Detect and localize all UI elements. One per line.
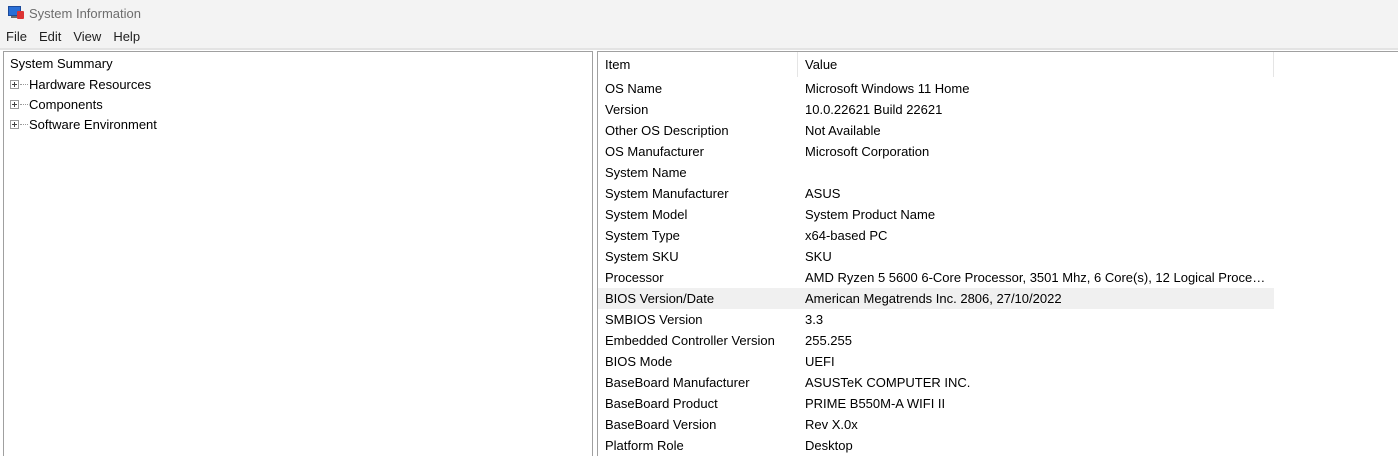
item-cell: SMBIOS Version xyxy=(605,312,703,327)
column-header-value[interactable]: Value xyxy=(798,52,1274,77)
item-cell: Platform Role xyxy=(605,438,684,453)
table-row[interactable]: System Model System Product Name xyxy=(598,204,1274,225)
value-cell: UEFI xyxy=(805,354,835,369)
tree-item-hardware-resources[interactable]: Hardware Resources xyxy=(10,75,151,93)
tree-item-components[interactable]: Components xyxy=(10,95,103,113)
value-cell: AMD Ryzen 5 5600 6-Core Processor, 3501 … xyxy=(805,270,1267,285)
menu-bar: File Edit View Help xyxy=(0,26,1398,48)
item-cell: System Type xyxy=(605,228,680,243)
item-cell: Version xyxy=(605,102,649,117)
value-cell: SKU xyxy=(805,249,832,264)
category-tree[interactable]: System Summary Hardware Resources Compon… xyxy=(3,51,593,456)
item-cell: System Manufacturer xyxy=(605,186,729,201)
item-cell: Processor xyxy=(605,270,664,285)
item-cell: OS Manufacturer xyxy=(605,144,704,159)
item-cell: BIOS Mode xyxy=(605,354,673,369)
value-cell: American Megatrends Inc. 2806, 27/10/202… xyxy=(805,291,1062,306)
tree-item-system-summary[interactable]: System Summary xyxy=(9,55,114,73)
value-cell: Desktop xyxy=(805,438,853,453)
value-cell: ASUS xyxy=(805,186,841,201)
item-cell: BaseBoard Version xyxy=(605,417,717,432)
table-row[interactable]: Platform Role Desktop xyxy=(598,435,1274,456)
table-row[interactable]: SMBIOS Version 3.3 xyxy=(598,309,1274,330)
item-cell: Embedded Controller Version xyxy=(605,333,775,348)
table-row[interactable]: BIOS Version/Date American Megatrends Inc… xyxy=(598,288,1274,309)
value-cell: Microsoft Windows 11 Home xyxy=(805,81,970,96)
menu-file[interactable]: File xyxy=(0,27,33,47)
table-row[interactable]: Version 10.0.22621 Build 22621 xyxy=(598,99,1274,120)
system-information-icon xyxy=(8,6,24,20)
value-cell: 3.3 xyxy=(805,312,824,327)
plus-expander-icon[interactable] xyxy=(10,119,19,129)
value-cell: ASUSTeK COMPUTER INC. xyxy=(805,375,971,390)
item-cell: System Model xyxy=(605,207,688,222)
title-bar: System Information xyxy=(0,0,1398,26)
window-title: System Information xyxy=(29,5,141,21)
table-row[interactable]: System Name xyxy=(598,162,1274,183)
table-row[interactable]: BaseBoard Product PRIME B550M-A WIFI II xyxy=(598,393,1274,414)
menu-edit[interactable]: Edit xyxy=(33,27,67,47)
table-row[interactable]: System SKU SKU xyxy=(598,246,1274,267)
menu-view[interactable]: View xyxy=(67,27,107,47)
item-cell: Other OS Description xyxy=(605,123,729,138)
table-row[interactable]: Processor AMD Ryzen 5 5600 6-Core Process… xyxy=(598,267,1274,288)
value-cell: Microsoft Corporation xyxy=(805,144,930,159)
list-rows: OS Name Microsoft Windows 11 Home Version 1… xyxy=(598,78,1274,456)
table-row[interactable]: BaseBoard Version Rev X.0x xyxy=(598,414,1274,435)
plus-expander-icon[interactable] xyxy=(10,99,19,109)
table-row[interactable]: BIOS Mode UEFI xyxy=(598,351,1274,372)
value-cell: Rev X.0x xyxy=(805,417,858,432)
column-header-item[interactable]: Item xyxy=(598,52,798,77)
value-cell: 10.0.22621 Build 22621 xyxy=(805,102,943,117)
value-cell: 255.255 xyxy=(805,333,852,348)
table-row[interactable]: OS Manufacturer Microsoft Corporation xyxy=(598,141,1274,162)
item-cell: OS Name xyxy=(605,81,663,96)
item-cell: BIOS Version/Date xyxy=(605,291,715,306)
table-row[interactable]: Other OS Description Not Available xyxy=(598,120,1274,141)
menu-help[interactable]: Help xyxy=(107,27,146,47)
menu-divider xyxy=(0,48,1398,50)
item-cell: BaseBoard Manufacturer xyxy=(605,375,750,390)
value-cell: PRIME B550M-A WIFI II xyxy=(805,396,946,411)
item-cell: System Name xyxy=(605,165,687,180)
table-row[interactable]: System Manufacturer ASUS xyxy=(598,183,1274,204)
item-cell: BaseBoard Product xyxy=(605,396,718,411)
value-cell: Not Available xyxy=(805,123,881,138)
tree-item-label: Hardware Resources xyxy=(29,76,152,92)
tree-item-software-environment[interactable]: Software Environment xyxy=(10,115,157,133)
tree-item-label: Components xyxy=(29,96,103,112)
table-row[interactable]: BaseBoard Manufacturer ASUSTeK COMPUTER I… xyxy=(598,372,1274,393)
value-cell: System Product Name xyxy=(805,207,936,222)
table-row[interactable]: OS Name Microsoft Windows 11 Home xyxy=(598,78,1274,99)
tree-item-label: Software Environment xyxy=(29,116,157,132)
value-cell: x64-based PC xyxy=(805,228,888,243)
plus-expander-icon[interactable] xyxy=(10,79,19,89)
item-cell: System SKU xyxy=(605,249,679,264)
details-list[interactable]: Item Value OS Name Microsoft Windows 11 H… xyxy=(597,51,1398,456)
table-row[interactable]: System Type x64-based PC xyxy=(598,225,1274,246)
table-row[interactable]: Embedded Controller Version 255.255 xyxy=(598,330,1274,351)
